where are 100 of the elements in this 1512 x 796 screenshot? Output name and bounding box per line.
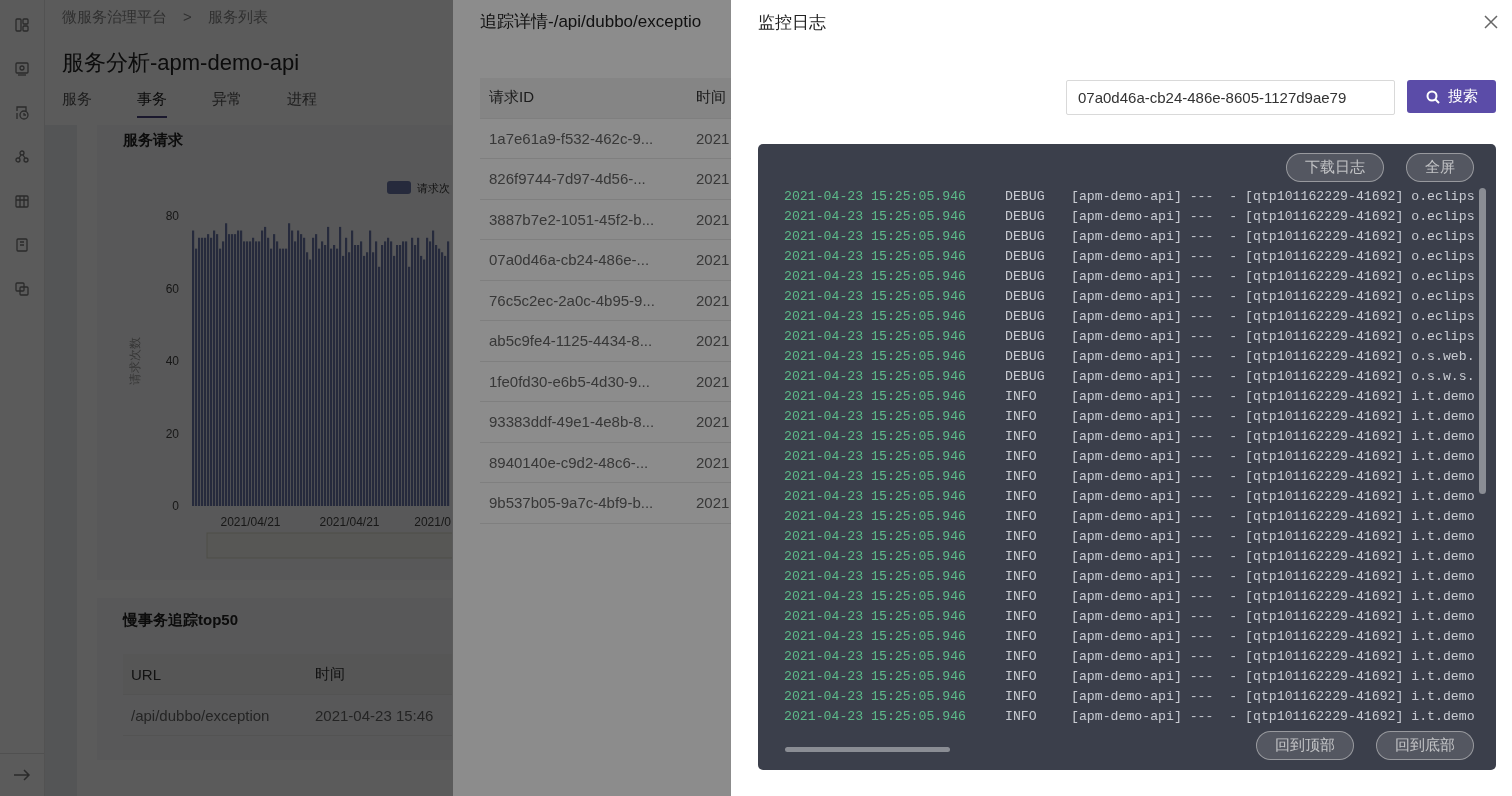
arrow-right-icon[interactable] xyxy=(13,769,31,781)
log-message: [apm-demo-api] --- - [qtp101162229-41692] i.t.demo xyxy=(1071,508,1475,524)
log-timestamp: 2021-04-23 15:25:05.946 xyxy=(784,668,968,684)
horizontal-scrollbar[interactable] xyxy=(785,747,950,752)
table-cell: 2021 xyxy=(696,413,730,431)
log-level: DEBUG xyxy=(1005,248,1046,264)
x-tick-label: 2021/04/21 xyxy=(319,515,380,529)
table-cell: 2021 xyxy=(696,494,730,512)
x-tick-label: 2021/04/21 xyxy=(220,515,281,529)
legend-label: 请求次 xyxy=(417,182,450,194)
y-tick-label: 40 xyxy=(165,354,179,368)
card-title: 服务请求 xyxy=(122,130,184,150)
log-message: [apm-demo-api] --- - [qtp101162229-41692] o.eclips xyxy=(1071,248,1475,264)
zoom-slider[interactable] xyxy=(206,532,452,559)
tab[interactable]: 事务 xyxy=(137,89,167,118)
log-level: INFO xyxy=(1005,588,1038,604)
table-cell: 2021 xyxy=(696,210,730,228)
log-level: INFO xyxy=(1005,468,1038,484)
tab[interactable]: 进程 xyxy=(287,89,317,118)
floating-button[interactable]: 回到顶部 xyxy=(1256,730,1354,760)
log-level: DEBUG xyxy=(1005,328,1046,344)
log-timestamp: 2021-04-23 15:25:05.946 xyxy=(784,548,968,564)
log-message: [apm-demo-api] --- - [qtp101162229-41692] o.eclips xyxy=(1071,328,1475,344)
search-field[interactable]: 07a0d46a-cb24-486e-8605-1127d9ae79 xyxy=(1066,80,1395,115)
log-level: INFO xyxy=(1005,708,1038,724)
search-button[interactable]: 搜索 xyxy=(1407,80,1496,113)
card-title: 慢事务追踪top50 xyxy=(123,610,239,630)
log-message: [apm-demo-api] --- - [qtp101162229-41692] o.eclips xyxy=(1071,208,1475,224)
copy-icon[interactable] xyxy=(14,281,30,297)
log-message: [apm-demo-api] --- - [qtp101162229-41692] i.t.demo xyxy=(1071,388,1475,404)
table-cell-text: 826f9744-7d97-4d56-... xyxy=(488,170,647,188)
table-cell: 2021 xyxy=(696,251,730,269)
log-message: [apm-demo-api] --- - [qtp101162229-41692] i.t.demo xyxy=(1071,568,1475,584)
log-timestamp: 2021-04-23 15:25:05.946 xyxy=(784,508,968,524)
floating-button[interactable]: 回到底部 xyxy=(1376,730,1474,760)
log-message: [apm-demo-api] --- - [qtp101162229-41692] i.t.demo xyxy=(1071,488,1475,504)
column-header: 时间 xyxy=(696,88,726,108)
y-tick-label: 80 xyxy=(165,209,179,223)
log-timestamp: 2021-04-23 15:25:05.946 xyxy=(784,608,968,624)
log-level: INFO xyxy=(1005,488,1038,504)
tab[interactable]: 服务 xyxy=(62,89,92,118)
log-level: INFO xyxy=(1005,688,1038,704)
breadcrumb-separator: > xyxy=(183,7,192,27)
log-level: INFO xyxy=(1005,648,1038,664)
drawer-title: 追踪详情-/api/dubbo/exceptio xyxy=(480,11,703,33)
y-tick-label: 20 xyxy=(165,426,179,441)
table-cell-text: 1fe0fd30-e6b5-4d30-9... xyxy=(488,372,651,390)
log-message: [apm-demo-api] --- - [qtp101162229-41692] o.s.w.s. xyxy=(1071,368,1475,384)
column-header: 请求ID xyxy=(488,88,535,108)
floating-button[interactable]: 全屏 xyxy=(1406,152,1474,182)
log-level: DEBUG xyxy=(1005,308,1046,324)
table-cell-text: 9b537b05-9a7c-4bf9-b... xyxy=(488,494,655,512)
monitor-icon[interactable] xyxy=(14,61,30,77)
column-header: 时间 xyxy=(315,664,345,684)
log-timestamp: 2021-04-23 15:25:05.946 xyxy=(784,408,968,424)
nodes-icon[interactable] xyxy=(14,149,30,165)
table-cell-text: 1a7e61a9-f532-462c-9... xyxy=(488,129,655,147)
log-timestamp: 2021-04-23 15:25:05.946 xyxy=(784,588,968,604)
close-icon[interactable] xyxy=(1484,15,1498,29)
log-timestamp: 2021-04-23 15:25:05.946 xyxy=(784,208,968,224)
column-header: URL xyxy=(130,665,162,683)
table-cell-text: 8940140e-c9d2-48c6-... xyxy=(488,453,650,471)
log-message: [apm-demo-api] --- - [qtp101162229-41692] i.t.demo xyxy=(1071,468,1475,484)
log-timestamp: 2021-04-23 15:25:05.946 xyxy=(784,468,968,484)
log-timestamp: 2021-04-23 15:25:05.946 xyxy=(784,528,968,544)
log-timestamp: 2021-04-23 15:25:05.946 xyxy=(784,688,968,704)
table-cell: 2021 xyxy=(696,372,730,390)
table-cell-text: ab5c9fe4-1125-4434-8... xyxy=(488,332,654,350)
tab[interactable]: 异常 xyxy=(212,89,242,118)
log-level: INFO xyxy=(1005,508,1038,524)
log-message: [apm-demo-api] --- - [qtp101162229-41692] o.eclips xyxy=(1071,228,1475,244)
log-level: INFO xyxy=(1005,448,1038,464)
log-timestamp: 2021-04-23 15:25:05.946 xyxy=(784,188,968,204)
table-cell: 2021 xyxy=(696,170,730,188)
log-level: DEBUG xyxy=(1005,268,1046,284)
dashboard-icon[interactable] xyxy=(14,17,30,33)
log-timestamp: 2021-04-23 15:25:05.946 xyxy=(784,308,968,324)
log-message: [apm-demo-api] --- - [qtp101162229-41692] o.eclips xyxy=(1071,288,1475,304)
page-title: 服务分析-apm-demo-api xyxy=(62,49,301,77)
log-timestamp: 2021-04-23 15:25:05.946 xyxy=(784,268,968,284)
floating-button[interactable]: 下载日志 xyxy=(1286,152,1384,182)
log-level: DEBUG xyxy=(1005,288,1046,304)
log-message: [apm-demo-api] --- - [qtp101162229-41692] o.eclips xyxy=(1071,188,1475,204)
book-icon[interactable] xyxy=(14,237,30,253)
table-cell: 2021 xyxy=(696,129,730,147)
log-level: INFO xyxy=(1005,548,1038,564)
log-timestamp: 2021-04-23 15:25:05.946 xyxy=(784,348,968,364)
log-timestamp: 2021-04-23 15:25:05.946 xyxy=(784,628,968,644)
log-timestamp: 2021-04-23 15:25:05.946 xyxy=(784,288,968,304)
log-level: INFO xyxy=(1005,428,1038,444)
drawer-title: 监控日志 xyxy=(758,11,826,34)
y-tick-label: 0 xyxy=(172,499,179,513)
log-timestamp: 2021-04-23 15:25:05.946 xyxy=(784,428,968,444)
log-message: [apm-demo-api] --- - [qtp101162229-41692] o.eclips xyxy=(1071,308,1475,324)
log-message: [apm-demo-api] --- - [qtp101162229-41692] i.t.demo xyxy=(1071,528,1475,544)
vertical-scrollbar[interactable] xyxy=(1479,188,1486,494)
document-clock-icon[interactable] xyxy=(14,105,30,121)
log-timestamp: 2021-04-23 15:25:05.946 xyxy=(784,248,968,264)
calendar-grid-icon[interactable] xyxy=(14,193,30,209)
log-level: INFO xyxy=(1005,408,1038,424)
